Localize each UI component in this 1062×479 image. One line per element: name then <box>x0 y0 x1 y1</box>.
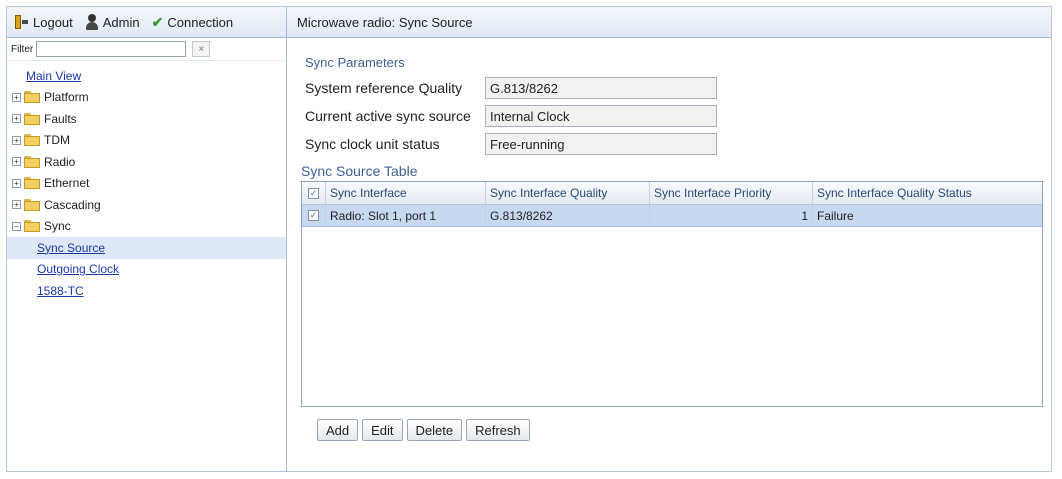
tree-folder-label: Radio <box>44 154 76 169</box>
tree-folder-faults[interactable]: + Faults <box>7 108 286 130</box>
folder-icon <box>24 198 40 211</box>
tree-folder-platform[interactable]: + Platform <box>7 87 286 109</box>
navigation-pane: Logout Admin ✔ Connection Filter × Main … <box>7 7 287 471</box>
collapse-icon[interactable]: − <box>12 221 21 231</box>
tree-folder-ethernet[interactable]: + Ethernet <box>7 173 286 195</box>
expand-icon[interactable]: + <box>12 135 21 145</box>
expand-icon[interactable]: + <box>12 200 21 210</box>
logout-door-icon <box>15 14 29 30</box>
top-toolbar: Logout Admin ✔ Connection <box>7 7 286 38</box>
tree-folder-label: Ethernet <box>44 176 90 191</box>
admin-button[interactable]: Admin <box>85 14 140 30</box>
row-select-cell[interactable]: ✓ <box>302 205 326 226</box>
param-current-active-sync-source: Current active sync source Internal Cloc… <box>305 105 717 127</box>
refresh-button[interactable]: Refresh <box>466 419 530 441</box>
cell-sync-interface-quality: G.813/8262 <box>486 205 650 226</box>
param-system-reference-quality: System reference Quality G.813/8262 <box>305 77 717 99</box>
cell-sync-interface-priority: 1 <box>650 205 813 226</box>
table-row[interactable]: ✓ Radio: Slot 1, port 1 G.813/8262 1 Fai… <box>302 205 1042 227</box>
navigation-tree: Main View + Platform + Faults + TDM + Ra… <box>7 61 286 302</box>
param-sync-clock-unit-status: Sync clock unit status Free-running <box>305 133 717 155</box>
tree-folder-label: Platform <box>44 90 89 105</box>
cell-sync-interface: Radio: Slot 1, port 1 <box>326 205 486 226</box>
action-buttons: Add Edit Delete Refresh <box>317 419 530 441</box>
delete-button[interactable]: Delete <box>406 419 463 441</box>
admin-label: Admin <box>102 14 140 30</box>
expand-icon[interactable]: + <box>12 92 21 102</box>
logout-button[interactable]: Logout <box>15 14 73 30</box>
tree-folder-sync[interactable]: − Sync <box>7 216 286 238</box>
filter-label: Filter <box>11 43 34 55</box>
add-button[interactable]: Add <box>317 419 359 441</box>
folder-icon <box>24 155 40 168</box>
tree-folder-cascading[interactable]: + Cascading <box>7 194 286 216</box>
header-select-cell[interactable]: ✓ <box>302 182 326 204</box>
tree-folder-label: Cascading <box>44 197 101 212</box>
tree-item-sync-source[interactable]: Sync Source <box>7 237 286 259</box>
folder-icon <box>24 112 40 125</box>
connection-label: Connection <box>167 14 234 30</box>
tree-folder-label: Sync <box>44 219 71 234</box>
filter-bar: Filter × <box>7 38 286 61</box>
column-header-sync-interface-priority[interactable]: Sync Interface Priority <box>650 182 813 204</box>
folder-icon <box>24 91 40 104</box>
admin-user-icon <box>85 14 99 30</box>
panel-title: Microwave radio: Sync Source <box>297 14 473 30</box>
column-header-quality-status[interactable]: Sync Interface Quality Status <box>813 182 1042 204</box>
1588-tc-link[interactable]: 1588-TC <box>37 284 84 298</box>
tree-item-outgoing-clock[interactable]: Outgoing Clock <box>7 259 286 281</box>
row-checkbox[interactable]: ✓ <box>308 210 319 221</box>
expand-icon[interactable]: + <box>12 178 21 188</box>
tree-folder-radio[interactable]: + Radio <box>7 151 286 173</box>
expand-icon[interactable]: + <box>12 157 21 167</box>
param-value-field: Free-running <box>485 133 717 155</box>
sync-source-table: ✓ Sync Interface Sync Interface Quality … <box>301 181 1043 407</box>
tree-item-main-view[interactable]: Main View <box>7 65 286 87</box>
tree-item-1588-tc[interactable]: 1588-TC <box>7 280 286 302</box>
cell-quality-status: Failure <box>817 208 854 223</box>
param-value-field: G.813/8262 <box>485 77 717 99</box>
outgoing-clock-link[interactable]: Outgoing Clock <box>37 262 119 276</box>
sync-source-table-title: Sync Source Table <box>301 163 418 179</box>
param-label: Sync clock unit status <box>305 136 440 152</box>
panel-header: Microwave radio: Sync Source <box>287 7 1051 38</box>
app-window: Logout Admin ✔ Connection Filter × Main … <box>6 6 1052 472</box>
sync-source-link[interactable]: Sync Source <box>37 241 105 255</box>
expand-icon[interactable]: + <box>12 114 21 124</box>
param-label: Current active sync source <box>305 108 471 124</box>
select-all-checkbox[interactable]: ✓ <box>308 187 319 199</box>
main-view-link[interactable]: Main View <box>26 69 81 83</box>
column-header-sync-interface-quality[interactable]: Sync Interface Quality <box>486 182 650 204</box>
tree-folder-label: Faults <box>44 111 77 126</box>
table-header: ✓ Sync Interface Sync Interface Quality … <box>302 182 1042 205</box>
filter-input[interactable] <box>36 41 187 57</box>
connection-button[interactable]: ✔ Connection <box>152 14 234 31</box>
sync-parameters-title: Sync Parameters <box>305 55 405 70</box>
column-header-sync-interface[interactable]: Sync Interface <box>326 182 486 204</box>
param-value-field: Internal Clock <box>485 105 717 127</box>
content-pane: Microwave radio: Sync Source Sync Parame… <box>287 7 1051 471</box>
tree-folder-tdm[interactable]: + TDM <box>7 130 286 152</box>
checkmark-icon: ✔ <box>151 13 164 30</box>
edit-button[interactable]: Edit <box>362 419 403 441</box>
folder-icon <box>24 177 40 190</box>
logout-label: Logout <box>33 14 73 30</box>
filter-clear-button[interactable]: × <box>192 41 211 57</box>
param-label: System reference Quality <box>305 80 463 96</box>
folder-icon <box>24 134 40 147</box>
tree-folder-label: TDM <box>44 133 70 148</box>
open-folder-icon <box>24 220 40 233</box>
